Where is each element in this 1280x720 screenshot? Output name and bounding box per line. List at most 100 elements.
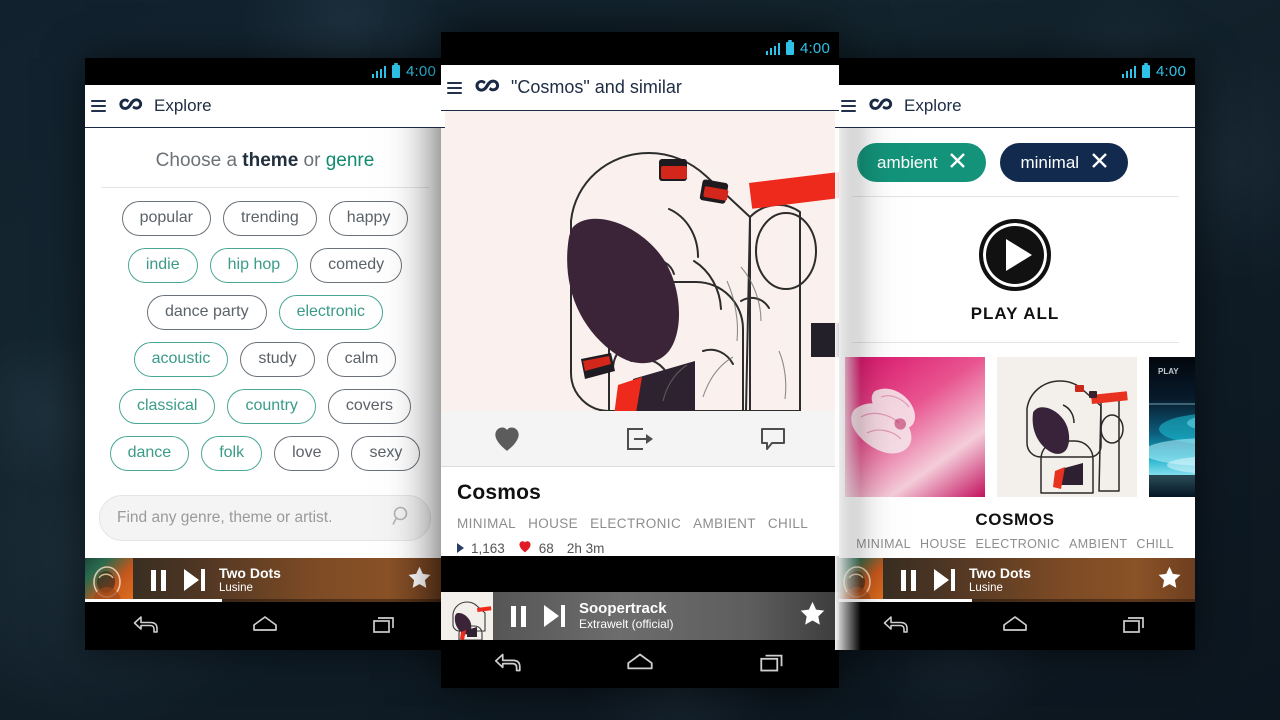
tag-chip[interactable]: comedy	[310, 248, 403, 283]
back-icon[interactable]	[880, 613, 910, 640]
search-placeholder: Find any genre, theme or artist.	[117, 509, 333, 526]
player-controls[interactable]	[133, 569, 219, 591]
tag-chip[interactable]: study	[240, 342, 315, 377]
pause-icon[interactable]	[151, 569, 166, 591]
menu-icon[interactable]	[447, 81, 462, 94]
battery-icon	[392, 62, 400, 78]
mix-tile[interactable]: PLAY	[1149, 357, 1195, 497]
tag-chip[interactable]: hip hop	[209, 248, 299, 283]
back-icon[interactable]	[130, 613, 160, 640]
tag-chip[interactable]: country	[227, 389, 316, 424]
right-app-bar: Explore	[835, 85, 1195, 128]
favorite-star-icon[interactable]	[798, 600, 839, 633]
center-player-bar[interactable]: Soopertrack Extrawelt (official)	[441, 592, 839, 640]
close-icon[interactable]	[1091, 152, 1108, 172]
play-all-button[interactable]	[979, 219, 1051, 291]
center-app-bar-title: "Cosmos" and similar	[511, 77, 682, 97]
tag-label[interactable]: CHILL	[768, 516, 808, 531]
active-filters: ambient minimal	[835, 128, 1195, 196]
tag-chip[interactable]: happy	[328, 201, 409, 236]
player-controls[interactable]	[883, 569, 969, 591]
track-artist: Lusine	[219, 581, 253, 594]
menu-icon[interactable]	[91, 100, 106, 112]
filter-chip-label: minimal	[1020, 152, 1080, 172]
right-app-bar-title: Explore	[904, 96, 962, 115]
svg-text:PLAY: PLAY	[1158, 367, 1179, 376]
tag-chip[interactable]: covers	[327, 389, 412, 424]
comment-button[interactable]	[706, 426, 839, 452]
play-all-section[interactable]: PLAY ALL	[835, 197, 1195, 342]
tag-cloud: popular trending happy indie hip hop comedy da…	[85, 188, 445, 489]
tag-chip[interactable]: classical	[118, 389, 216, 424]
mix-tile[interactable]	[845, 357, 985, 497]
track-artist: Extrawelt (official)	[579, 617, 674, 632]
mix-tile[interactable]	[997, 357, 1137, 497]
favorite-star-icon[interactable]	[406, 565, 445, 596]
recents-icon[interactable]	[370, 613, 400, 640]
share-icon	[627, 427, 653, 450]
pause-icon[interactable]	[901, 569, 916, 591]
search-icon[interactable]	[391, 505, 413, 532]
next-icon[interactable]	[184, 569, 205, 591]
next-icon[interactable]	[934, 569, 955, 591]
tag-chip[interactable]: indie	[127, 248, 198, 283]
tag-label[interactable]: MINIMAL	[457, 516, 516, 531]
menu-icon[interactable]	[841, 100, 856, 112]
tag-chip[interactable]: popular	[121, 201, 211, 236]
heading-mid: or	[298, 150, 326, 171]
tag-label[interactable]: AMBIENT	[1069, 537, 1127, 551]
home-icon[interactable]	[250, 613, 280, 640]
status-time: 4:00	[800, 40, 830, 57]
tag-label[interactable]: AMBIENT	[693, 516, 756, 531]
play-icon	[1005, 239, 1032, 271]
tag-label[interactable]: HOUSE	[528, 516, 578, 531]
tag-chip[interactable]: dance	[109, 436, 190, 471]
like-button[interactable]	[441, 425, 574, 452]
tag-row: dance party electronic	[85, 295, 445, 330]
mix-artwork[interactable]	[441, 111, 839, 411]
tag-label[interactable]: HOUSE	[920, 537, 966, 551]
explore-heading: Choose a theme or genre	[85, 128, 445, 187]
filter-chip[interactable]: ambient	[857, 143, 987, 182]
tag-chip[interactable]: acoustic	[133, 342, 229, 377]
player-controls[interactable]	[493, 605, 579, 627]
filter-chip[interactable]: minimal	[1000, 143, 1129, 182]
heart-icon	[495, 427, 519, 451]
favorite-star-icon[interactable]	[1156, 565, 1195, 596]
tag-chip[interactable]: electronic	[278, 295, 384, 330]
tag-label[interactable]: MINIMAL	[856, 537, 911, 551]
track-title: Two Dots	[219, 564, 281, 581]
comment-icon	[760, 427, 785, 450]
heading-pre: Choose a	[155, 150, 243, 171]
grid-caption-title: COSMOS	[975, 510, 1055, 529]
search-input[interactable]: Find any genre, theme or artist.	[99, 495, 431, 541]
tag-chip[interactable]: trending	[222, 201, 317, 236]
back-icon[interactable]	[491, 650, 523, 679]
tag-chip[interactable]: sexy	[351, 436, 421, 471]
tag-row: dance folk love sexy	[85, 436, 445, 471]
tag-chip[interactable]: calm	[326, 342, 397, 377]
app-logo-icon[interactable]	[117, 92, 143, 121]
recents-icon[interactable]	[1120, 613, 1150, 640]
tag-row: popular trending happy	[85, 201, 445, 236]
tag-chip[interactable]: love	[274, 436, 340, 471]
app-logo-icon[interactable]	[867, 92, 893, 121]
recents-icon[interactable]	[757, 650, 789, 679]
tag-chip[interactable]: dance party	[146, 295, 267, 330]
right-player-bar[interactable]: Two Dots Lusine	[835, 558, 1195, 602]
pause-icon[interactable]	[511, 605, 526, 627]
close-icon[interactable]	[949, 152, 966, 172]
like-count-icon	[518, 540, 532, 556]
home-icon[interactable]	[1000, 613, 1030, 640]
tag-label[interactable]: CHILL	[1136, 537, 1173, 551]
home-icon[interactable]	[624, 650, 656, 679]
share-button[interactable]	[574, 426, 707, 452]
now-playing: Two Dots Lusine	[219, 565, 406, 595]
next-icon[interactable]	[544, 605, 565, 627]
tag-chip[interactable]: folk	[201, 436, 263, 471]
tag-label[interactable]: ELECTRONIC	[975, 537, 1060, 551]
app-logo-icon[interactable]	[473, 73, 500, 103]
tag-label[interactable]: ELECTRONIC	[590, 516, 681, 531]
left-player-bar[interactable]: Two Dots Lusine	[85, 558, 445, 602]
tag-row: indie hip hop comedy	[85, 248, 445, 283]
